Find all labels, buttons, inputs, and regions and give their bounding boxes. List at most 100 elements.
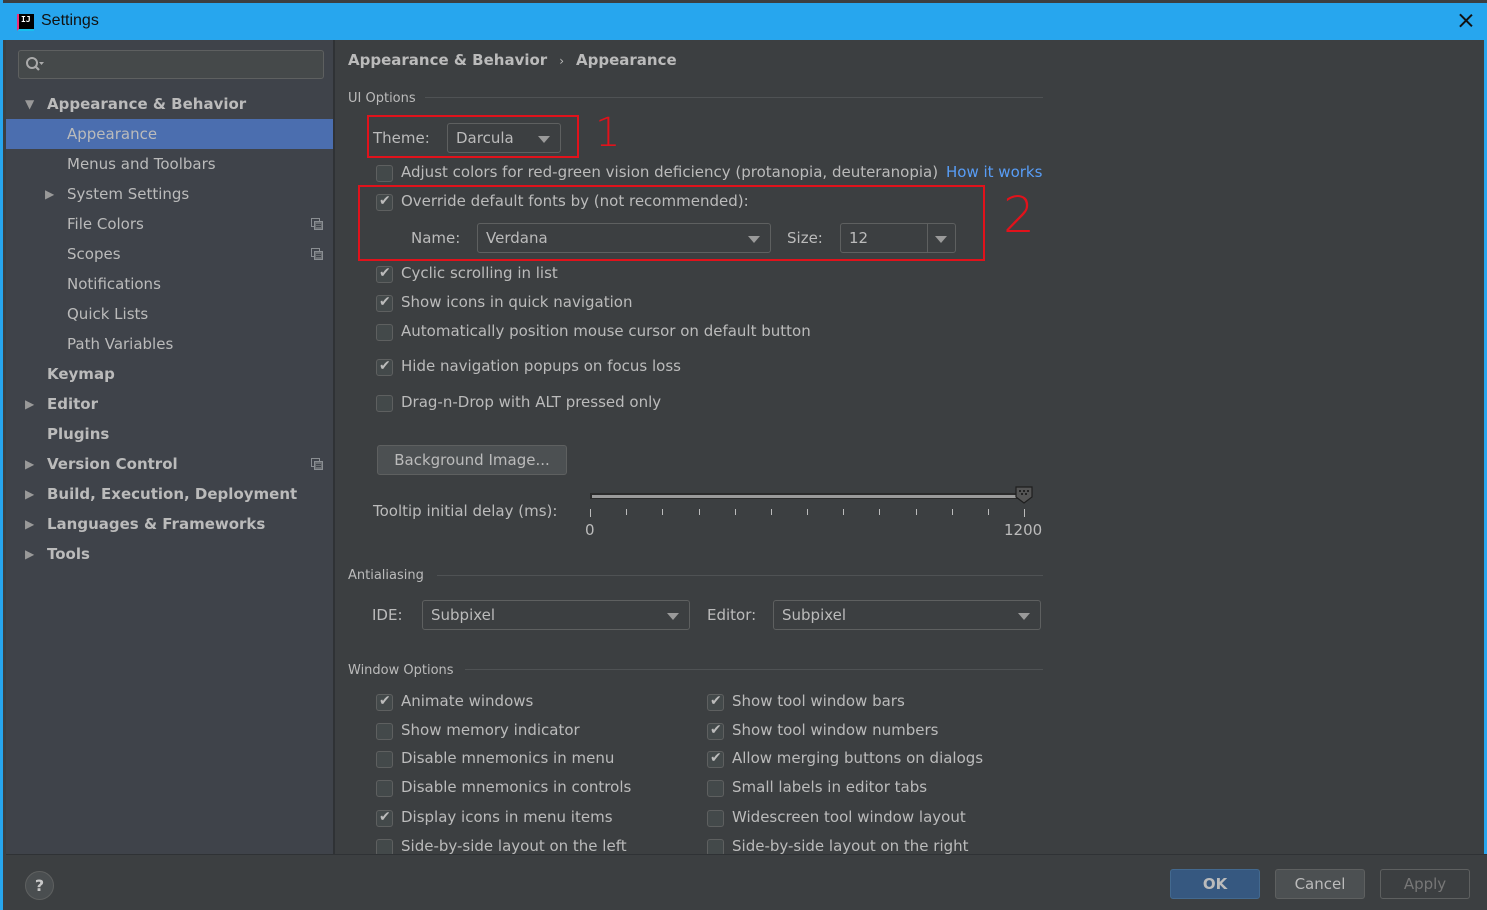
- checkbox-label: Cyclic scrolling in list: [401, 264, 558, 282]
- sidebar-item-system-settings[interactable]: ▶ System Settings: [6, 179, 333, 209]
- settings-content: Appearance & Behavior › Appearance UI Opti…: [337, 40, 1474, 854]
- collapsed-arrow-icon[interactable]: ▶: [25, 539, 34, 569]
- close-icon[interactable]: [1456, 11, 1476, 31]
- sidebar-item-editor[interactable]: ▶ Editor: [6, 389, 333, 419]
- sidebar-item-label: Editor: [47, 395, 98, 413]
- search-icon: [26, 57, 44, 71]
- checkbox-checked[interactable]: [376, 358, 393, 376]
- settings-window: IJ Settings ▼ Appearance & Behavior Appear…: [0, 0, 1487, 910]
- ide-antialiasing-dropdown[interactable]: Subpixel: [422, 600, 690, 630]
- slider-fill: [592, 495, 1018, 498]
- slider-tick: [987, 509, 989, 515]
- slider-thumb[interactable]: [1015, 486, 1033, 504]
- checkbox-checked[interactable]: [376, 693, 393, 711]
- checkbox-allow-merging-buttons-on-dialogs[interactable]: Allow merging buttons on dialogs: [707, 749, 1027, 771]
- checkbox-unchecked[interactable]: [376, 723, 393, 740]
- annotation-box-2: [358, 185, 985, 261]
- collapsed-arrow-icon[interactable]: ▶: [45, 179, 54, 209]
- checkbox-checked[interactable]: [707, 750, 724, 768]
- slider-tick: [915, 509, 917, 515]
- sidebar-item-version-control[interactable]: ▶ Version Control: [6, 449, 333, 479]
- section-divider: [425, 97, 1043, 98]
- checkbox-unchecked[interactable]: [376, 324, 393, 341]
- title-bar: IJ Settings: [3, 0, 1487, 40]
- checkbox-label: Side-by-side layout on the right: [732, 837, 969, 854]
- checkbox-small-labels-in-editor-tabs[interactable]: Small labels in editor tabs: [707, 778, 1027, 800]
- checkbox-label: Hide navigation popups on focus loss: [401, 357, 681, 375]
- checkbox-show-icons-in-quick-navigation[interactable]: Show icons in quick navigation: [376, 293, 696, 315]
- checkbox-checked[interactable]: [376, 809, 393, 827]
- search-field[interactable]: [49, 54, 319, 75]
- sidebar-item-label: Menus and Toolbars: [67, 155, 216, 173]
- sidebar-item-build-execution-deployment[interactable]: ▶ Build, Execution, Deployment: [6, 479, 333, 509]
- tooltip-delay-slider[interactable]: [590, 493, 1025, 499]
- settings-sidebar: ▼ Appearance & Behavior Appearance Menus an…: [6, 40, 335, 854]
- sidebar-item-label: Quick Lists: [67, 305, 149, 323]
- checkbox-show-memory-indicator[interactable]: Show memory indicator: [376, 721, 696, 743]
- slider-max-label: 1200: [1004, 521, 1043, 539]
- checkbox-cyclic-scrolling-in-list[interactable]: Cyclic scrolling in list: [376, 264, 696, 286]
- checkbox-checked[interactable]: [707, 722, 724, 740]
- sidebar-item-label: Languages & Frameworks: [47, 515, 266, 533]
- slider-tick: [770, 509, 772, 515]
- checkbox-unchecked[interactable]: [376, 780, 393, 797]
- collapsed-arrow-icon[interactable]: ▶: [25, 509, 34, 539]
- checkbox-show-tool-window-bars[interactable]: Show tool window bars: [707, 692, 1027, 714]
- collapsed-arrow-icon[interactable]: ▶: [25, 389, 34, 419]
- collapsed-arrow-icon[interactable]: ▶: [25, 479, 34, 509]
- sidebar-item-appearance-behavior[interactable]: ▼ Appearance & Behavior: [6, 89, 333, 119]
- ok-button[interactable]: OK: [1170, 869, 1260, 899]
- sidebar-item-file-colors[interactable]: File Colors: [6, 209, 333, 239]
- sidebar-item-plugins[interactable]: Plugins: [6, 419, 333, 449]
- checkbox-label: Automatically position mouse cursor on d…: [401, 322, 811, 340]
- checkbox-checked[interactable]: [707, 693, 724, 711]
- checkbox[interactable]: [376, 165, 393, 182]
- sidebar-item-keymap[interactable]: Keymap: [6, 359, 333, 389]
- apply-button[interactable]: Apply: [1380, 869, 1470, 899]
- checkbox-drag-n-drop-with-alt-pressed-only[interactable]: Drag-n-Drop with ALT pressed only: [376, 393, 696, 415]
- sidebar-item-path-variables[interactable]: Path Variables: [6, 329, 333, 359]
- sidebar-item-menus-and-toolbars[interactable]: Menus and Toolbars: [6, 149, 333, 179]
- cancel-button[interactable]: Cancel: [1275, 869, 1365, 899]
- checkbox-disable-mnemonics-in-controls[interactable]: Disable mnemonics in controls: [376, 778, 696, 800]
- help-button[interactable]: ?: [25, 871, 54, 900]
- expanded-arrow-icon[interactable]: ▼: [25, 89, 34, 119]
- checkbox-side-by-side-layout-on-the-right[interactable]: Side-by-side layout on the right: [707, 837, 1027, 854]
- slider-tick: [879, 509, 881, 515]
- sidebar-item-scopes[interactable]: Scopes: [6, 239, 333, 269]
- checkbox-disable-mnemonics-in-menu[interactable]: Disable mnemonics in menu: [376, 749, 696, 771]
- search-input[interactable]: [18, 50, 324, 79]
- checkbox-animate-windows[interactable]: Animate windows: [376, 692, 696, 714]
- checkbox-label: Side-by-side layout on the left: [401, 837, 627, 854]
- collapsed-arrow-icon[interactable]: ▶: [25, 449, 34, 479]
- breadcrumb-parent[interactable]: Appearance & Behavior: [348, 51, 547, 69]
- checkbox-unchecked[interactable]: [707, 780, 724, 797]
- checkbox-unchecked[interactable]: [376, 751, 393, 768]
- checkbox-show-tool-window-numbers[interactable]: Show tool window numbers: [707, 721, 1027, 743]
- section-divider: [465, 669, 1043, 670]
- sidebar-item-quick-lists[interactable]: Quick Lists: [6, 299, 333, 329]
- slider-tick: [1024, 509, 1025, 517]
- checkbox-side-by-side-layout-on-the-left[interactable]: Side-by-side layout on the left: [376, 837, 696, 854]
- ide-antialiasing-value: Subpixel: [431, 606, 496, 624]
- checkbox-display-icons-in-menu-items[interactable]: Display icons in menu items: [376, 808, 696, 830]
- sidebar-item-appearance[interactable]: Appearance: [6, 119, 333, 149]
- background-image-button[interactable]: Background Image...: [377, 445, 567, 475]
- checkbox-unchecked[interactable]: [376, 839, 393, 854]
- checkbox-unchecked[interactable]: [376, 395, 393, 412]
- checkbox-checked[interactable]: [376, 294, 393, 312]
- checkbox-hide-navigation-popups-on-focus-loss[interactable]: Hide navigation popups on focus loss: [376, 357, 696, 379]
- sidebar-item-tools[interactable]: ▶ Tools: [6, 539, 333, 569]
- sidebar-item-notifications[interactable]: Notifications: [6, 269, 333, 299]
- editor-antialiasing-dropdown[interactable]: Subpixel: [773, 600, 1041, 630]
- checkbox-unchecked[interactable]: [707, 839, 724, 854]
- sidebar-item-languages-frameworks[interactable]: ▶ Languages & Frameworks: [6, 509, 333, 539]
- breadcrumb: Appearance & Behavior › Appearance: [348, 51, 677, 69]
- how-it-works-link[interactable]: How it works: [946, 163, 1042, 181]
- checkbox-widescreen-tool-window-layout[interactable]: Widescreen tool window layout: [707, 808, 1027, 830]
- checkbox-checked[interactable]: [376, 265, 393, 283]
- checkbox-unchecked[interactable]: [707, 810, 724, 827]
- checkbox-automatically-position-mouse-cursor-on-default-button[interactable]: Automatically position mouse cursor on d…: [376, 322, 811, 344]
- sidebar-item-label: Plugins: [47, 425, 110, 443]
- annotation-number-1: 1: [595, 110, 621, 156]
